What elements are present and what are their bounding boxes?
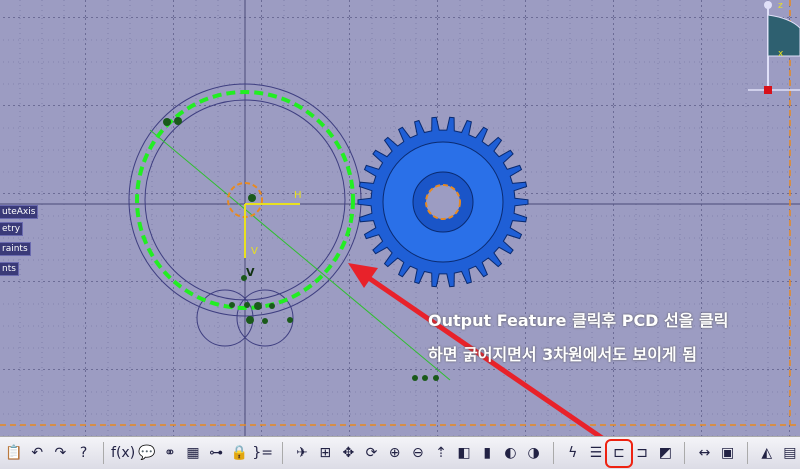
z-axis-label: z — [778, 1, 783, 11]
tree-item-compute-axis[interactable]: uteAxis — [0, 205, 39, 219]
tree-item-constraints[interactable]: raints — [0, 242, 31, 256]
pan-icon[interactable]: ✥ — [338, 443, 358, 464]
x-axis-label: x — [778, 49, 784, 59]
fly-mode-icon[interactable]: ✈ — [292, 443, 312, 464]
redo-icon[interactable]: ↷ — [50, 443, 70, 464]
normal-view-icon[interactable]: ⇡ — [431, 443, 451, 464]
formula-icon[interactable]: f(x) — [111, 443, 135, 464]
annotation-line-2: 하면 굵어지면서 3차원에서도 보이게 됨 — [428, 345, 697, 364]
tree-item-geometry[interactable]: etry — [0, 222, 24, 236]
whats-this-icon[interactable]: ? — [73, 443, 93, 464]
hide-show-icon[interactable]: ◐ — [500, 443, 520, 464]
tree-icon[interactable]: ⊶ — [206, 443, 226, 464]
profile-feature-icon[interactable]: ⊐ — [632, 443, 652, 464]
apply-material-icon[interactable]: ◭ — [757, 443, 777, 464]
undo-icon[interactable]: ↶ — [27, 443, 47, 464]
inertia-icon[interactable]: ▣ — [718, 443, 738, 464]
lock-icon[interactable]: 🔒 — [229, 443, 249, 464]
paste-icon[interactable]: 📋 — [4, 443, 24, 464]
toolbar-separator — [746, 442, 748, 464]
iso-view-icon[interactable]: ◧ — [454, 443, 474, 464]
v-label: V — [251, 246, 258, 257]
annotation-line-1: Output Feature 클릭후 PCD 선을 클릭 — [428, 311, 729, 330]
catalog-icon[interactable]: ▤ — [780, 443, 800, 464]
zoom-out-icon[interactable]: ⊖ — [408, 443, 428, 464]
toolbar-separator — [282, 442, 283, 464]
tree-item-points[interactable]: nts — [0, 262, 19, 276]
knowledge-advisor-icon[interactable]: 💬 — [137, 443, 157, 464]
design-table-icon[interactable]: ▦ — [183, 443, 203, 464]
render-style-icon[interactable]: ▮ — [477, 443, 497, 464]
rotate-icon[interactable]: ⟳ — [361, 443, 381, 464]
zoom-in-icon[interactable]: ⊕ — [385, 443, 405, 464]
fit-all-icon[interactable]: ⊞ — [315, 443, 335, 464]
sketch-canvas[interactable]: H V V z x — [0, 0, 800, 443]
toolbar-separator — [102, 442, 104, 464]
swap-space-icon[interactable]: ◑ — [524, 443, 544, 464]
bottom-toolbar: 📋 ↶ ↷? f(x) 💬 ⚭ ▦ ⊶ 🔒}= ✈ ⊞ ✥ ⟳ ⊕ ⊖ ⇡ ◧ ▮ ◐ ◑ ϟ ☰ ⊏ ⊐ ◩ ↔ ▣ ◭ ▤ — [0, 436, 800, 469]
link-icon[interactable]: ⚭ — [160, 443, 180, 464]
list-icon[interactable]: ☰ — [586, 443, 606, 464]
sketch-analysis-icon[interactable]: ◩ — [655, 443, 675, 464]
h-label: H — [294, 190, 302, 201]
output-feature-icon[interactable]: ⊏ — [604, 438, 634, 468]
equations-icon[interactable]: }= — [252, 443, 273, 464]
toolbar-separator — [552, 442, 554, 464]
3d-viewport[interactable]: H V V z x uteAxis etry raints nts Output… — [0, 0, 800, 443]
v-constraint-label: V — [246, 266, 255, 279]
toolbar-separator — [684, 442, 686, 464]
gear-bore — [425, 184, 461, 220]
measure-icon[interactable]: ↔ — [694, 443, 714, 464]
constraint-icon[interactable]: ϟ — [563, 443, 583, 464]
